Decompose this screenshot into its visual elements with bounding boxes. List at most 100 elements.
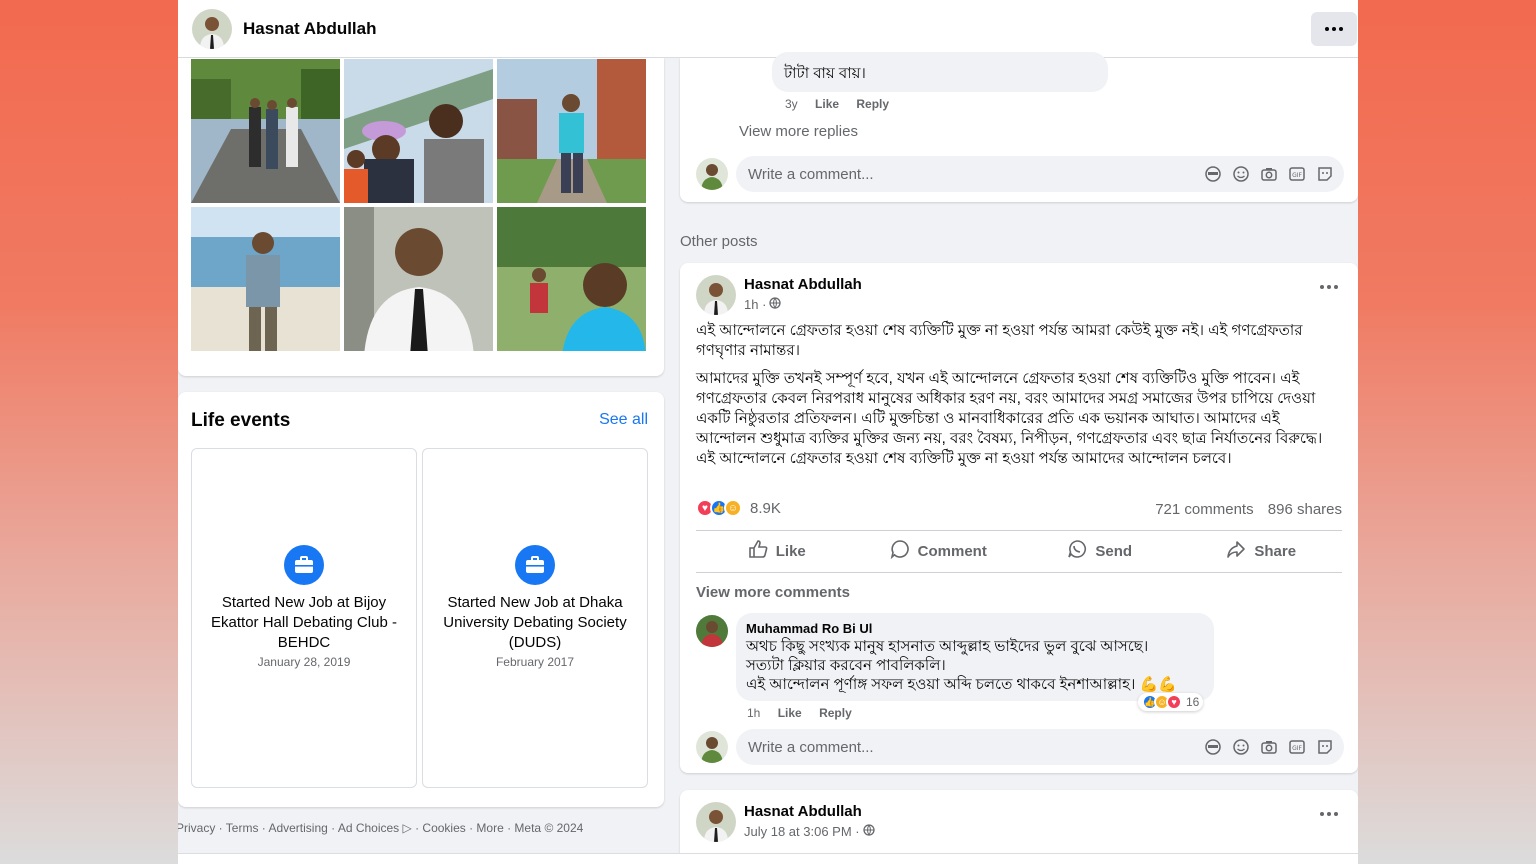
comment-placeholder: Write a comment...	[748, 166, 874, 183]
post-time-text: July 18 at 3:06 PM ·	[744, 824, 860, 839]
comment-line: এই আন্দোলন পূর্ণাঙ্গ সফল হওয়া অব্দি চলত…	[746, 676, 1177, 693]
divider	[696, 572, 1342, 573]
view-more-replies-link[interactable]: View more replies	[739, 123, 858, 140]
comment-reply-link[interactable]: Reply	[819, 706, 852, 720]
life-event-date: January 28, 2019	[257, 655, 351, 669]
briefcase-icon	[515, 545, 555, 585]
photo-thumbnail[interactable]	[497, 59, 646, 203]
camera-icon[interactable]	[1260, 738, 1278, 756]
more-dots-icon	[1320, 812, 1338, 816]
comment-like-link[interactable]: Like	[778, 706, 802, 720]
life-event-date: February 2017	[495, 655, 575, 669]
life-event-title: Started New Job at Bijoy Ekattor Hall De…	[211, 594, 397, 651]
reply-text: টাটা বায় বায়।	[784, 65, 866, 82]
comment-line: অথচ কিছু সংখ্যক মানুষ হাসনাত আব্দুল্লাহ …	[746, 638, 1149, 655]
avatar-sticker-icon[interactable]	[1204, 165, 1222, 183]
profile-avatar[interactable]	[192, 9, 232, 49]
post-more-button[interactable]	[1320, 812, 1338, 816]
comment-input[interactable]: Write a comment... GIF	[736, 156, 1344, 192]
comment-input[interactable]: Write a comment... GIF	[736, 729, 1344, 765]
post-card: Hasnat Abdullah 1h · এই আন্দোলনে গ্রেফতা…	[680, 263, 1358, 773]
profile-header-bar: Hasnat Abdullah	[178, 0, 1358, 58]
send-button[interactable]: Send	[1019, 531, 1181, 571]
globe-icon	[862, 824, 875, 839]
more-dots-icon	[1320, 285, 1338, 289]
love-reaction-icon: ♥	[1166, 694, 1182, 710]
gif-icon[interactable]: GIF	[1288, 738, 1306, 756]
comment-time: 1h	[747, 706, 761, 720]
commenter-avatar[interactable]	[696, 615, 728, 647]
share-label: Share	[1254, 542, 1297, 560]
reaction-count: 8.9K	[750, 499, 781, 517]
briefcase-icon	[284, 545, 324, 585]
see-all-link[interactable]: See all	[599, 411, 648, 429]
post-author-name[interactable]: Hasnat Abdullah	[744, 276, 862, 293]
footer-links[interactable]: Privacy · Terms · Advertising · Ad Choic…	[178, 821, 583, 835]
svg-text:GIF: GIF	[1292, 172, 1302, 179]
sticker-icon[interactable]	[1316, 738, 1334, 756]
thumbs-up-icon	[748, 539, 768, 563]
globe-icon	[769, 297, 782, 312]
post-timestamp[interactable]: 1h ·	[744, 297, 782, 312]
comments-count[interactable]: 721 comments	[1155, 501, 1253, 518]
emoji-icon[interactable]	[1232, 738, 1250, 756]
post-author-avatar[interactable]	[696, 802, 736, 842]
life-event-card[interactable]: Started New Job at Bijoy Ekattor Hall De…	[191, 448, 417, 788]
view-more-comments-link[interactable]: View more comments	[696, 584, 850, 601]
more-dots-icon	[1325, 27, 1343, 31]
photo-thumbnail[interactable]	[344, 207, 493, 351]
life-events-title: Life events	[191, 410, 291, 431]
avatar-sticker-icon[interactable]	[1204, 738, 1222, 756]
post-time-text: 1h ·	[744, 297, 767, 312]
comment-reaction-count: 16	[1186, 695, 1200, 709]
profile-name[interactable]: Hasnat Abdullah	[243, 19, 377, 39]
photo-thumbnail[interactable]	[191, 59, 340, 203]
photos-card	[178, 58, 664, 376]
post-author-avatar[interactable]	[696, 275, 736, 315]
reply-reply-link[interactable]: Reply	[856, 97, 889, 111]
comment-reactions[interactable]: 👍 ☺ ♥ 16	[1138, 693, 1204, 711]
whatsapp-icon	[1067, 539, 1087, 563]
reply-meta: 3y Like Reply	[785, 97, 889, 111]
svg-text:GIF: GIF	[1292, 745, 1302, 752]
life-event-card[interactable]: Started New Job at Dhaka University Deba…	[422, 448, 648, 788]
current-user-avatar[interactable]	[696, 158, 728, 190]
bottom-bar	[178, 853, 1358, 864]
comment-button[interactable]: Comment	[858, 531, 1020, 571]
share-arrow-icon	[1226, 539, 1246, 563]
photo-thumbnail[interactable]	[344, 59, 493, 203]
shares-count[interactable]: 896 shares	[1268, 501, 1342, 518]
post-author-name[interactable]: Hasnat Abdullah	[744, 803, 862, 820]
photo-thumbnail[interactable]	[497, 207, 646, 351]
previous-post-comments: টাটা বায় বায়। 3y Like Reply View more …	[680, 52, 1358, 202]
sticker-icon[interactable]	[1316, 165, 1334, 183]
post-reactions[interactable]: ♥ 👍 ☺ 8.9K	[696, 499, 781, 517]
post-timestamp[interactable]: July 18 at 3:06 PM ·	[744, 824, 875, 839]
comment-bubble-icon	[890, 539, 910, 563]
facebook-profile-page: Hasnat Abdullah Life events See all Star…	[178, 0, 1358, 864]
gif-icon[interactable]: GIF	[1288, 165, 1306, 183]
care-reaction-icon: ☺	[724, 499, 742, 517]
camera-icon[interactable]	[1260, 165, 1278, 183]
like-button[interactable]: Like	[696, 531, 858, 571]
share-button[interactable]: Share	[1181, 531, 1343, 571]
comment-line: সত্যটা ক্লিয়ার করবেন পাবলিকলি।	[746, 657, 946, 674]
reply-like-link[interactable]: Like	[815, 97, 839, 111]
current-user-avatar[interactable]	[696, 731, 728, 763]
commenter-name[interactable]: Muhammad Ro Bi Ul	[746, 621, 872, 636]
life-event-title: Started New Job at Dhaka University Deba…	[443, 594, 627, 651]
photo-thumbnail[interactable]	[191, 207, 340, 351]
post-more-button[interactable]	[1320, 285, 1338, 289]
life-events-card: Life events See all Started New Job at B…	[178, 392, 664, 807]
comment-bubble: Muhammad Ro Bi Ul অথচ কিছু সংখ্যক মানুষ …	[736, 613, 1214, 701]
more-options-button[interactable]	[1311, 12, 1357, 46]
post-text-paragraph: আমাদের মুক্তি তখনই সম্পূর্ণ হবে, যখন এই …	[696, 370, 1323, 467]
comment-label: Comment	[917, 542, 987, 560]
comment-meta: 1h Like Reply	[747, 706, 852, 720]
post-actions: Like Comment Send Share	[696, 531, 1342, 571]
like-label: Like	[775, 542, 806, 560]
emoji-icon[interactable]	[1232, 165, 1250, 183]
comment-placeholder: Write a comment...	[748, 739, 874, 756]
send-label: Send	[1095, 542, 1133, 560]
reply-bubble: টাটা বায় বায়।	[772, 52, 1108, 92]
